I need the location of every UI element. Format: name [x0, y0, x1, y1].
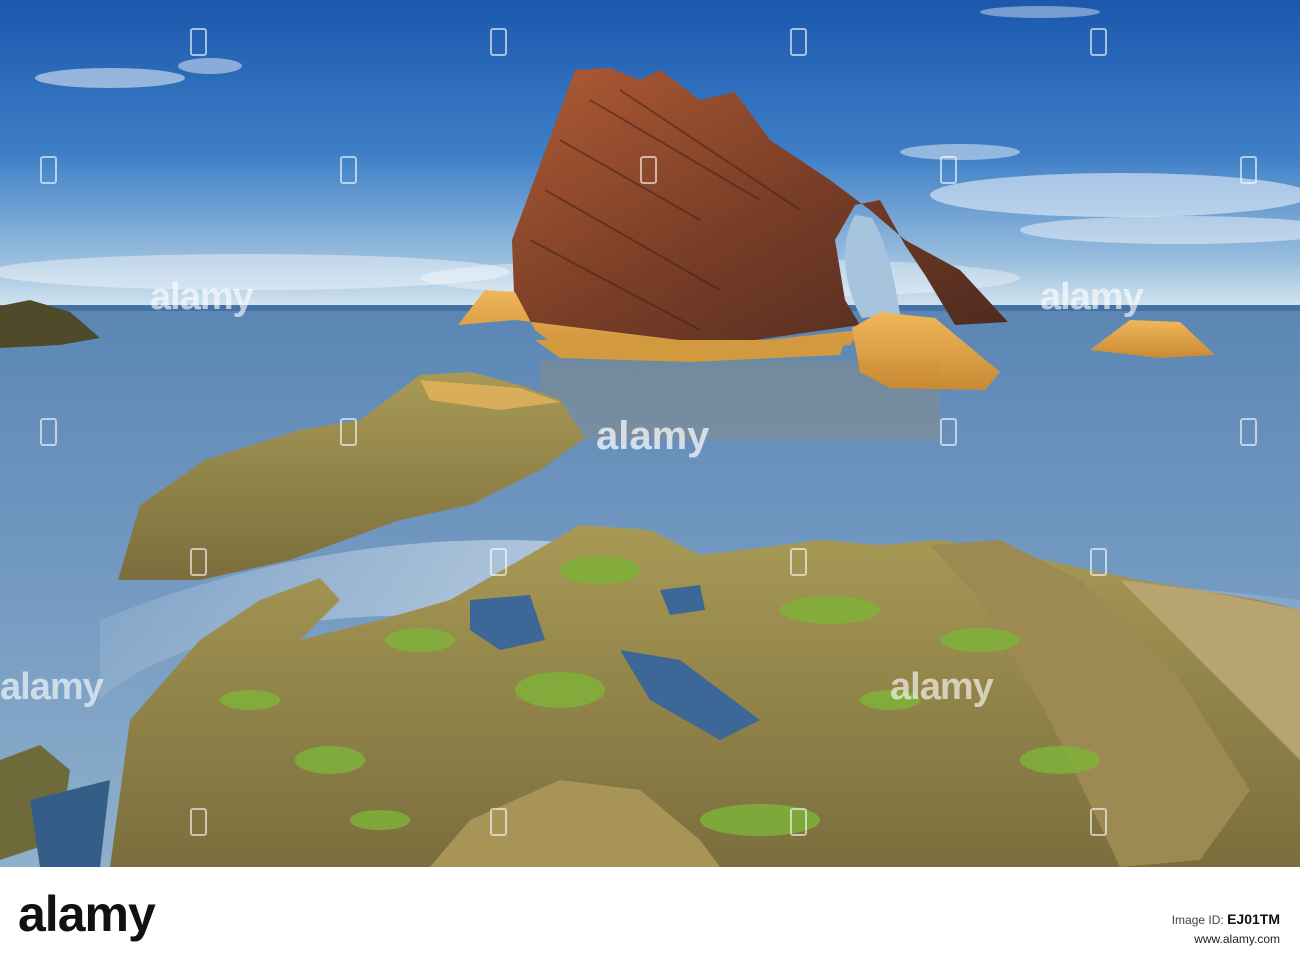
watermark-device-icon	[1090, 28, 1107, 56]
watermark-device-icon	[790, 28, 807, 56]
watermark-device-icon	[490, 808, 507, 836]
watermark: alamy	[150, 276, 254, 318]
landscape-photo: alamy alamy alamy alamy alamy	[0, 0, 1300, 867]
watermark-device-icon	[340, 418, 357, 446]
watermark: alamy	[1040, 276, 1144, 318]
watermark-device-icon	[190, 808, 207, 836]
image-id-value: EJ01TM	[1227, 911, 1280, 927]
watermark-device-icon	[490, 28, 507, 56]
watermark-device-icon	[940, 156, 957, 184]
alamy-logo: alamy	[18, 886, 156, 942]
watermark-device-icon	[1240, 418, 1257, 446]
site-url: www.alamy.com	[1194, 932, 1280, 946]
watermark-device-icon	[940, 418, 957, 446]
watermark: alamy	[890, 666, 994, 708]
watermark-device-icon	[340, 156, 357, 184]
watermark-device-icon	[1240, 156, 1257, 184]
footer-bar: alamy Image ID: EJ01TM www.alamy.com	[0, 867, 1300, 956]
watermark-device-icon	[1090, 808, 1107, 836]
watermark-center: alamy	[596, 414, 710, 458]
watermark-device-icon	[640, 156, 657, 184]
image-id-block: Image ID: EJ01TM www.alamy.com	[1172, 909, 1280, 948]
watermark-device-icon	[490, 548, 507, 576]
watermark-device-icon	[1090, 548, 1107, 576]
watermark: alamy	[0, 666, 104, 708]
watermark-device-icon	[190, 548, 207, 576]
watermark-device-icon	[790, 808, 807, 836]
watermark-device-icon	[40, 156, 57, 184]
watermark-device-icon	[790, 548, 807, 576]
watermark-device-icon	[190, 28, 207, 56]
watermark-device-icon	[40, 418, 57, 446]
image-id-label: Image ID:	[1171, 913, 1224, 927]
